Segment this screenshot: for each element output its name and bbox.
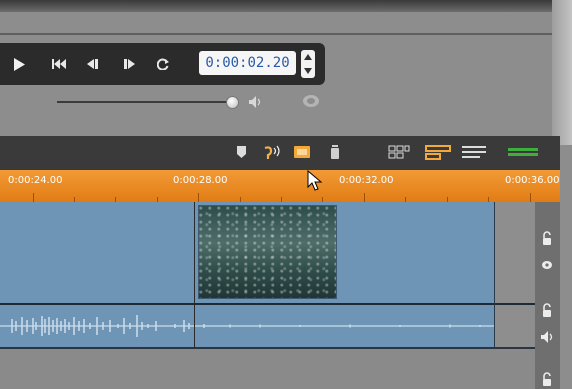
timecode-spinner[interactable] (301, 50, 315, 78)
skip-back-icon (52, 59, 66, 69)
view-timeline-icon[interactable] (425, 145, 451, 161)
fast-forward-button[interactable] (118, 56, 140, 72)
track-divider (0, 347, 535, 349)
window-top-bar (0, 0, 552, 12)
trash-icon[interactable] (330, 145, 340, 161)
marker-icon[interactable] (236, 145, 247, 161)
transport-bar: 0:00:02.20 (0, 43, 325, 85)
audio-meter-icon[interactable] (508, 145, 538, 161)
timeline-ruler[interactable]: 0:00:24.00 0:00:28.00 0:00:32.00 0:00:36… (0, 170, 560, 203)
video-track-empty (494, 202, 535, 304)
go-to-start-button[interactable] (48, 56, 70, 72)
speaker-icon[interactable] (247, 95, 265, 109)
fast-forward-icon (124, 59, 135, 69)
loop-icon (157, 58, 169, 70)
divider (0, 33, 552, 35)
mouse-cursor-icon (307, 170, 323, 191)
audio-waveform (0, 315, 494, 337)
lock-icon[interactable] (539, 303, 555, 319)
rewind-icon (87, 59, 98, 69)
audio-track-empty (494, 305, 535, 348)
side-panel (552, 0, 572, 145)
eye-icon[interactable] (539, 257, 555, 273)
ruler-label: 0:00:32.00 (339, 175, 394, 186)
loop-button[interactable] (152, 56, 174, 72)
play-button[interactable] (8, 56, 30, 72)
storyboard-icon[interactable] (294, 145, 310, 161)
audio-track[interactable] (0, 305, 494, 348)
ruler-label: 0:00:36.00 (505, 175, 560, 186)
timeline-toolbar (0, 136, 560, 170)
rewind-button[interactable] (83, 56, 105, 72)
volume-slider-handle[interactable] (226, 96, 239, 109)
volume-slider-track[interactable] (57, 101, 232, 103)
ruler-label: 0:00:28.00 (173, 175, 228, 186)
video-clip-thumbnail[interactable] (198, 205, 337, 299)
view-text-icon[interactable] (462, 145, 488, 161)
timecode-field[interactable]: 0:00:02.20 (199, 51, 296, 75)
play-icon (14, 57, 25, 71)
scrub-audio-icon[interactable] (262, 145, 282, 161)
speaker-icon[interactable] (539, 329, 555, 345)
ring-icon[interactable] (301, 93, 321, 109)
playhead-line[interactable] (194, 202, 195, 348)
view-storyboard-icon[interactable] (388, 145, 410, 161)
lock-icon[interactable] (539, 372, 555, 388)
ruler-label: 0:00:24.00 (8, 175, 63, 186)
clip-end-line (494, 202, 495, 348)
lock-icon[interactable] (539, 231, 555, 247)
